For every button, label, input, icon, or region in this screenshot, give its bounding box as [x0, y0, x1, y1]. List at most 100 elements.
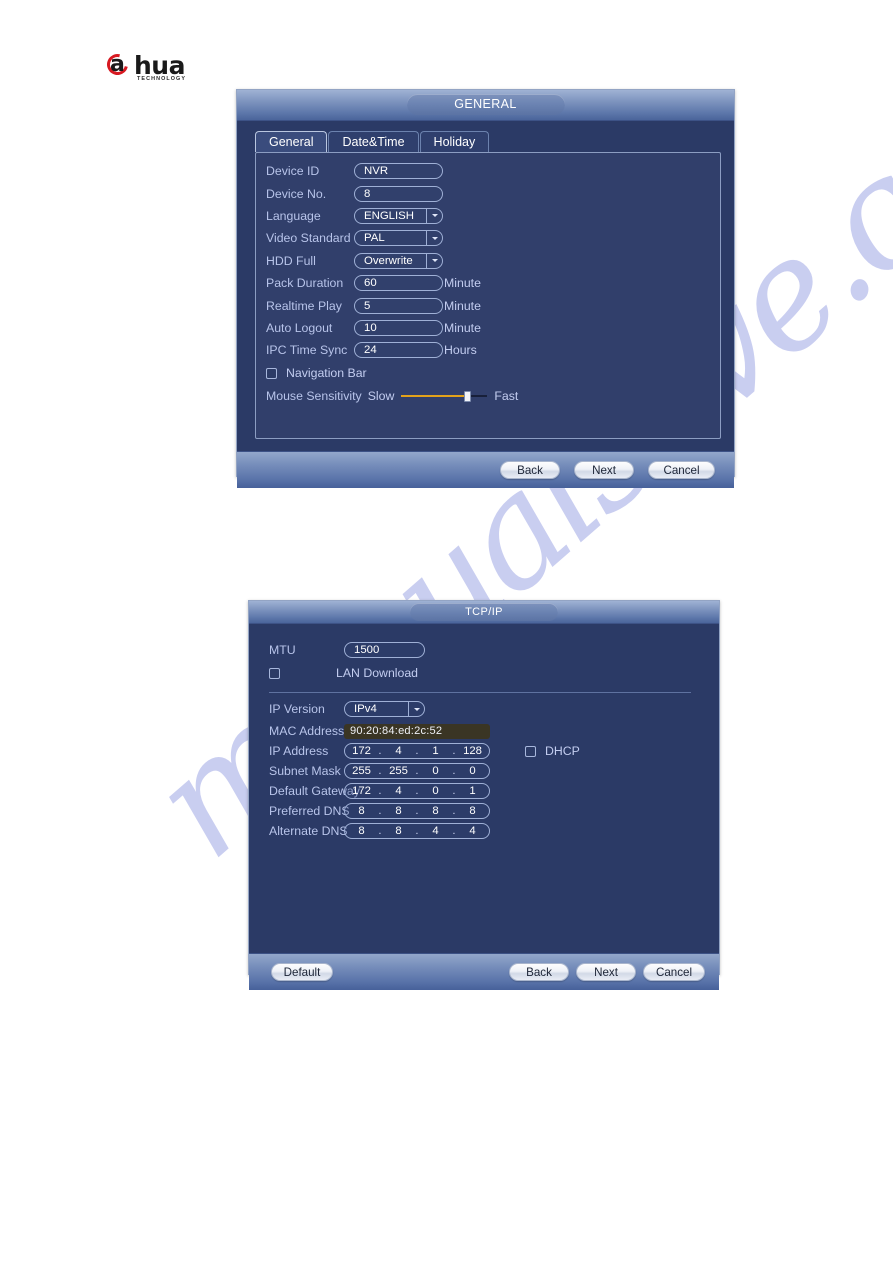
form-row-mtu: MTU 1500	[249, 638, 719, 661]
value-mac-address: 90:20:84:ed:2c:52	[344, 723, 490, 739]
tcpip-setup-dialog: TCP/IP MTU 1500 LAN Download IP Version …	[248, 600, 720, 990]
unit-realtime-play: Minute	[444, 298, 481, 313]
form-row-ip-address: IP Address 172. 4. 1. 128 DHCP	[249, 741, 719, 761]
back-button[interactable]: Back	[509, 963, 569, 981]
form-row-subnet-mask: Subnet Mask 255. 255. 0. 0	[249, 761, 719, 781]
ip-octet-4[interactable]: 4	[456, 824, 489, 838]
ip-octet-1[interactable]: 172	[345, 744, 378, 758]
label-preferred-dns: Preferred DNS	[269, 804, 350, 818]
ip-octet-4[interactable]: 0	[456, 764, 489, 778]
checkbox-navigation-bar[interactable]	[266, 367, 277, 379]
general-setup-dialog: GENERAL General Date&Time Holiday Device…	[236, 89, 735, 488]
ip-octet-2[interactable]: 8	[382, 804, 415, 818]
ip-octet-2[interactable]: 4	[382, 784, 415, 798]
ip-octet-2[interactable]: 4	[382, 744, 415, 758]
input-alternate-dns[interactable]: 8. 8. 4. 4	[344, 823, 490, 839]
form-row-mouse-sensitivity: Mouse Sensitivity Slow Fast	[256, 385, 720, 407]
input-device-no[interactable]: 8	[354, 185, 443, 202]
label-device-no: Device No.	[266, 186, 327, 201]
select-video-standard[interactable]: PAL	[354, 230, 443, 247]
slider-track[interactable]	[401, 390, 488, 402]
select-hdd-full[interactable]: Overwrite	[354, 252, 443, 269]
label-hdd-full: HDD Full	[266, 253, 316, 268]
label-mtu: MTU	[269, 642, 296, 657]
form-row-ip-version: IP Version IPv4	[249, 697, 719, 721]
form-row-lan-download: LAN Download	[249, 661, 719, 685]
form-row-hdd-full: HDD Full Overwrite	[256, 250, 720, 272]
ip-octet-1[interactable]: 255	[345, 764, 378, 778]
ip-octet-2[interactable]: 255	[382, 764, 415, 778]
mouse-sensitivity-slider[interactable]: Slow Fast	[368, 389, 519, 403]
tab-date-time[interactable]: Date&Time	[328, 131, 419, 152]
tcpip-dialog-footer: Default Back Next Cancel	[249, 953, 719, 990]
label-lan-download: LAN Download	[336, 666, 419, 680]
input-ip-address[interactable]: 172. 4. 1. 128	[344, 743, 490, 759]
general-dialog-title: GENERAL	[406, 94, 565, 115]
ip-octet-2[interactable]: 8	[382, 824, 415, 838]
ip-octet-1[interactable]: 8	[345, 824, 378, 838]
unit-auto-logout: Minute	[444, 320, 481, 335]
default-button[interactable]: Default	[271, 963, 333, 981]
label-realtime-play: Realtime Play	[266, 298, 342, 313]
slider-remainder	[471, 394, 488, 398]
input-realtime-play[interactable]: 5	[354, 297, 443, 314]
unit-pack-duration: Minute	[444, 276, 481, 291]
input-preferred-dns[interactable]: 8. 8. 8. 8	[344, 803, 490, 819]
label-device-id: Device ID	[266, 164, 320, 179]
chevron-down-icon[interactable]	[426, 231, 442, 246]
label-default-gateway: Default Gateway	[269, 784, 360, 798]
tab-general[interactable]: General	[255, 131, 328, 152]
chevron-down-icon[interactable]	[426, 253, 442, 268]
select-ip-version[interactable]: IPv4	[344, 701, 425, 717]
label-mac-address: MAC Address	[269, 724, 345, 738]
tab-holiday[interactable]: Holiday	[419, 131, 490, 152]
input-auto-logout[interactable]: 10	[354, 319, 443, 336]
select-language-value: ENGLISH	[364, 209, 415, 222]
input-subnet-mask[interactable]: 255. 255. 0. 0	[344, 763, 490, 779]
cancel-button[interactable]: Cancel	[648, 461, 715, 479]
ip-octet-3[interactable]: 0	[419, 764, 452, 778]
ip-octet-3[interactable]: 0	[419, 784, 452, 798]
form-row-ipc-time-sync: IPC Time Sync 24 Hours	[256, 339, 720, 361]
select-language[interactable]: ENGLISH	[354, 207, 443, 224]
select-ip-version-value: IPv4	[354, 703, 377, 715]
ip-octet-4[interactable]: 1	[456, 784, 489, 798]
tcpip-dialog-titlebar: TCP/IP	[249, 601, 719, 624]
input-default-gateway[interactable]: 172. 4. 0. 1	[344, 783, 490, 799]
slider-min-label: Slow	[367, 388, 395, 403]
input-mtu[interactable]: 1500	[344, 641, 425, 658]
ip-octet-3[interactable]: 1	[419, 744, 452, 758]
logo-wordmark: hua	[134, 50, 185, 80]
ip-octet-3[interactable]: 4	[419, 824, 452, 838]
ip-octet-4[interactable]: 8	[456, 804, 489, 818]
section-divider	[269, 692, 691, 693]
form-row-pack-duration: Pack Duration 60 Minute	[256, 272, 720, 294]
checkbox-dhcp[interactable]	[525, 745, 536, 757]
form-row-realtime-play: Realtime Play 5 Minute	[256, 294, 720, 316]
label-dhcp: DHCP	[545, 744, 580, 758]
input-ipc-time-sync[interactable]: 24	[354, 342, 443, 359]
unit-ipc-time-sync: Hours	[444, 343, 477, 358]
input-pack-duration[interactable]: 60	[354, 275, 443, 292]
ip-octet-4[interactable]: 128	[456, 744, 489, 758]
chevron-down-icon[interactable]	[426, 208, 442, 223]
chevron-down-icon[interactable]	[408, 702, 424, 716]
input-device-id[interactable]: NVR	[354, 163, 443, 180]
logo-tagline: TECHNOLOGY	[137, 76, 187, 82]
ip-octet-1[interactable]: 172	[345, 784, 378, 798]
dahua-logo-mark-icon: a	[103, 49, 133, 79]
slider-handle[interactable]	[464, 390, 472, 402]
general-dialog-footer: Back Next Cancel	[237, 451, 734, 488]
logo-letter-a: a	[110, 51, 125, 77]
label-language: Language	[266, 208, 321, 223]
next-button[interactable]: Next	[576, 963, 636, 981]
label-subnet-mask: Subnet Mask	[269, 764, 341, 778]
ip-octet-1[interactable]: 8	[345, 804, 378, 818]
ip-octet-3[interactable]: 8	[419, 804, 452, 818]
tcpip-dialog-body: MTU 1500 LAN Download IP Version IPv4 MA…	[249, 624, 719, 953]
next-button[interactable]: Next	[574, 461, 634, 479]
back-button[interactable]: Back	[500, 461, 560, 479]
cancel-button[interactable]: Cancel	[643, 963, 705, 981]
checkbox-lan-download[interactable]	[269, 667, 280, 679]
form-row-auto-logout: Auto Logout 10 Minute	[256, 317, 720, 339]
